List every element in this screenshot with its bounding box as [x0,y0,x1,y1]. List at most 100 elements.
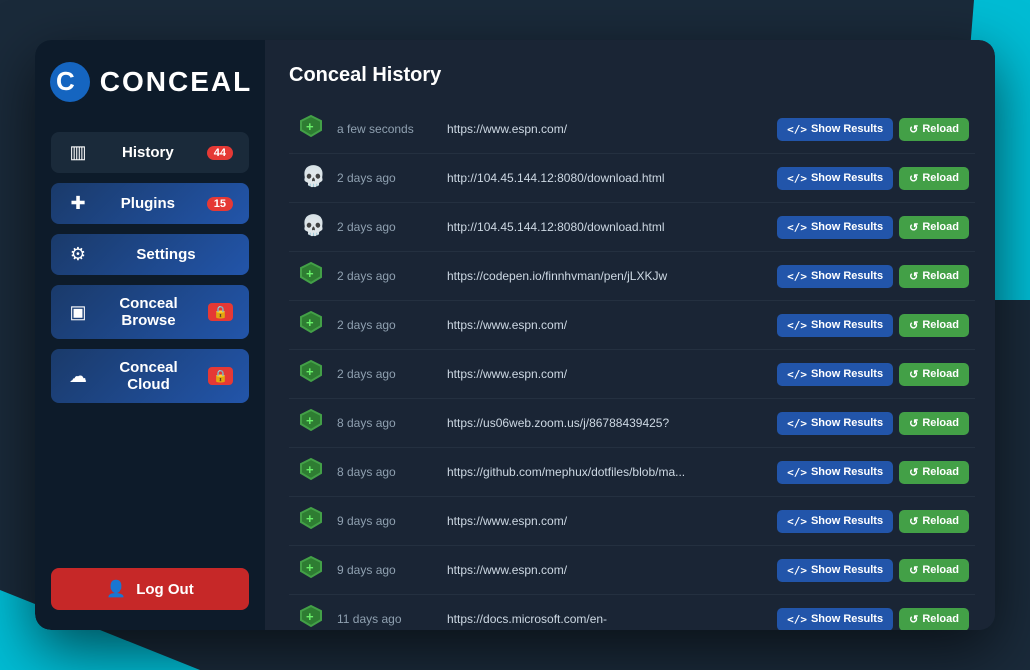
show-results-button[interactable]: </> Show Results [777,216,893,239]
reload-button[interactable]: ↺ Reload [899,412,969,435]
nav-items: ▥ History 44 ✚ Plugins 15 ⚙ Settings ▣ C… [51,132,249,558]
sidebar-item-browse[interactable]: ▣ Conceal Browse 🔒 [51,285,249,339]
sidebar-item-history[interactable]: ▥ History 44 [51,132,249,173]
row-url: https://www.espn.com/ [447,318,767,332]
results-icon: </> [787,221,807,234]
table-row: + 11 days ago https://docs.microsoft.com… [289,595,975,630]
row-actions: </> Show Results ↺ Reload [777,510,969,533]
row-actions: </> Show Results ↺ Reload [777,167,969,190]
reload-icon: ↺ [909,466,918,479]
show-results-button[interactable]: </> Show Results [777,265,893,288]
row-time: 11 days ago [337,612,437,626]
plugins-icon: ✚ [67,193,89,214]
row-actions: </> Show Results ↺ Reload [777,118,969,141]
svg-text:+: + [306,511,314,526]
results-label: Show Results [811,417,883,429]
logout-label: Log Out [136,581,193,598]
reload-button[interactable]: ↺ Reload [899,461,969,484]
svg-text:💀: 💀 [301,164,325,188]
reload-label: Reload [922,319,959,331]
reload-label: Reload [922,466,959,478]
row-status-icon: 💀 [295,161,327,195]
logout-button[interactable]: 👤 Log Out [51,568,249,610]
row-status-icon: + [295,357,327,391]
row-time: 2 days ago [337,171,437,185]
row-status-icon: + [295,504,327,538]
table-row: + 2 days ago https://www.espn.com/ </> S… [289,350,975,399]
results-label: Show Results [811,221,883,233]
row-url: https://www.espn.com/ [447,122,767,136]
logo-area: C CONCEAL [48,60,252,104]
reload-button[interactable]: ↺ Reload [899,216,969,239]
row-url: https://docs.microsoft.com/en- [447,612,767,626]
row-time: 9 days ago [337,514,437,528]
reload-label: Reload [922,515,959,527]
reload-button[interactable]: ↺ Reload [899,265,969,288]
show-results-button[interactable]: </> Show Results [777,118,893,141]
row-status-icon: + [295,602,327,630]
results-label: Show Results [811,172,883,184]
sidebar-item-cloud[interactable]: ☁ Conceal Cloud 🔒 [51,349,249,403]
row-status-icon: 💀 [295,210,327,244]
row-url: http://104.45.144.12:8080/download.html [447,220,767,234]
row-actions: </> Show Results ↺ Reload [777,461,969,484]
reload-button[interactable]: ↺ Reload [899,118,969,141]
browse-lock-icon: 🔒 [208,303,233,321]
results-icon: </> [787,319,807,332]
row-status-icon: + [295,455,327,489]
app-container: C CONCEAL ▥ History 44 ✚ Plugins 15 ⚙ Se… [35,40,995,630]
row-url: https://codepen.io/finnhvman/pen/jLXKJw [447,269,767,283]
row-url: https://www.espn.com/ [447,514,767,528]
cloud-lock-icon: 🔒 [208,367,233,385]
show-results-button[interactable]: </> Show Results [777,510,893,533]
row-time: 2 days ago [337,220,437,234]
row-status-icon: + [295,308,327,342]
reload-icon: ↺ [909,564,918,577]
row-actions: </> Show Results ↺ Reload [777,608,969,631]
results-label: Show Results [811,613,883,625]
reload-button[interactable]: ↺ Reload [899,510,969,533]
row-time: a few seconds [337,122,437,136]
reload-icon: ↺ [909,221,918,234]
reload-icon: ↺ [909,613,918,626]
svg-text:+: + [306,413,314,428]
results-label: Show Results [811,270,883,282]
show-results-button[interactable]: </> Show Results [777,461,893,484]
reload-button[interactable]: ↺ Reload [899,559,969,582]
row-status-icon: + [295,406,327,440]
reload-button[interactable]: ↺ Reload [899,608,969,631]
svg-text:+: + [306,315,314,330]
sidebar-item-settings[interactable]: ⚙ Settings [51,234,249,275]
results-label: Show Results [811,368,883,380]
row-time: 8 days ago [337,465,437,479]
results-icon: </> [787,613,807,626]
show-results-button[interactable]: </> Show Results [777,363,893,386]
svg-text:C: C [56,66,75,96]
reload-button[interactable]: ↺ Reload [899,167,969,190]
show-results-button[interactable]: </> Show Results [777,608,893,631]
row-actions: </> Show Results ↺ Reload [777,314,969,337]
table-row: + 2 days ago https://www.espn.com/ </> S… [289,301,975,350]
results-label: Show Results [811,515,883,527]
reload-label: Reload [922,123,959,135]
table-row: + 8 days ago https://github.com/mephux/d… [289,448,975,497]
show-results-button[interactable]: </> Show Results [777,412,893,435]
reload-label: Reload [922,613,959,625]
row-time: 2 days ago [337,318,437,332]
reload-label: Reload [922,564,959,576]
reload-label: Reload [922,172,959,184]
table-row: + 2 days ago https://codepen.io/finnhvma… [289,252,975,301]
show-results-button[interactable]: </> Show Results [777,167,893,190]
reload-button[interactable]: ↺ Reload [899,363,969,386]
show-results-button[interactable]: </> Show Results [777,314,893,337]
row-status-icon: + [295,112,327,146]
show-results-button[interactable]: </> Show Results [777,559,893,582]
results-label: Show Results [811,123,883,135]
table-row: + a few seconds https://www.espn.com/ </… [289,105,975,154]
sidebar-item-plugins[interactable]: ✚ Plugins 15 [51,183,249,224]
row-url: https://www.espn.com/ [447,367,767,381]
logo-text: CONCEAL [100,66,252,98]
reload-button[interactable]: ↺ Reload [899,314,969,337]
table-row: 💀 2 days ago http://104.45.144.12:8080/d… [289,154,975,203]
main-content: Conceal History + a few seconds https://… [265,40,995,630]
